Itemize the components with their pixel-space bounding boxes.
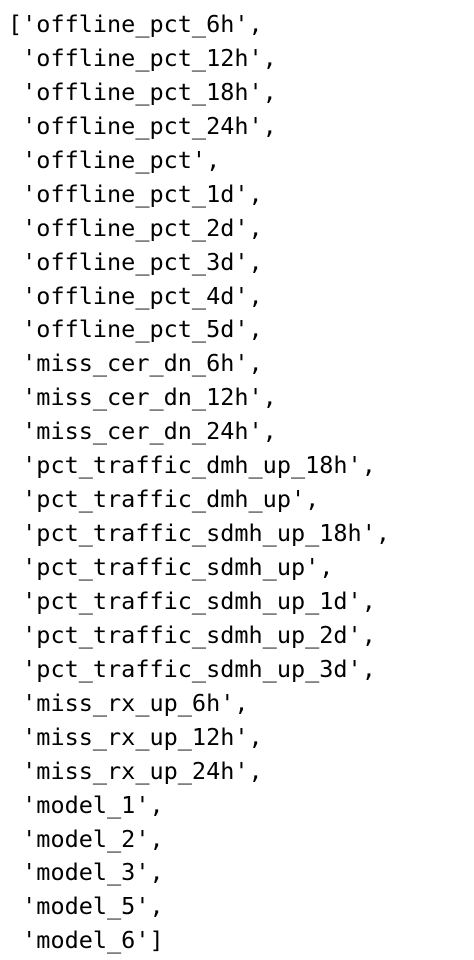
output-line: 'miss_cer_dn_12h', [8, 383, 277, 412]
output-line: 'offline_pct_5d', [8, 315, 263, 344]
output-line: 'model_5', [8, 892, 164, 921]
output-line: 'pct_traffic_sdmh_up_18h', [8, 519, 391, 548]
output-line: 'miss_cer_dn_24h', [8, 417, 277, 446]
output-line: 'offline_pct_1d', [8, 179, 263, 208]
output-line: 'model_2', [8, 824, 164, 853]
output-line: 'model_3', [8, 858, 164, 887]
output-line: 'offline_pct', [8, 145, 221, 174]
output-line: 'offline_pct_3d', [8, 247, 263, 276]
output-line: 'pct_traffic_dmh_up', [8, 485, 320, 514]
output-line: 'miss_cer_dn_6h', [8, 349, 263, 378]
output-line: 'pct_traffic_dmh_up_18h', [8, 451, 376, 480]
output-line: 'pct_traffic_sdmh_up_1d', [8, 586, 376, 615]
output-line: 'model_6'] [8, 926, 164, 955]
output-line: 'offline_pct_2d', [8, 213, 263, 242]
output-line: 'offline_pct_18h', [8, 77, 277, 106]
output-line: 'miss_rx_up_12h', [8, 722, 263, 751]
output-line: 'offline_pct_4d', [8, 281, 263, 310]
output-line: 'model_1', [8, 790, 164, 819]
output-line: 'pct_traffic_sdmh_up_3d', [8, 654, 376, 683]
output-line: 'offline_pct_24h', [8, 111, 277, 140]
output-line: 'offline_pct_12h', [8, 43, 277, 72]
output-line: 'pct_traffic_sdmh_up', [8, 553, 334, 581]
output-line: ['offline_pct_6h', [8, 10, 263, 38]
output-line: 'miss_rx_up_6h', [8, 688, 249, 717]
output-line: 'miss_rx_up_24h', [8, 756, 263, 785]
cell-output-list: ['offline_pct_6h', 'offline_pct_12h', 'o… [8, 8, 390, 958]
output-line: 'pct_traffic_sdmh_up_2d', [8, 620, 376, 649]
